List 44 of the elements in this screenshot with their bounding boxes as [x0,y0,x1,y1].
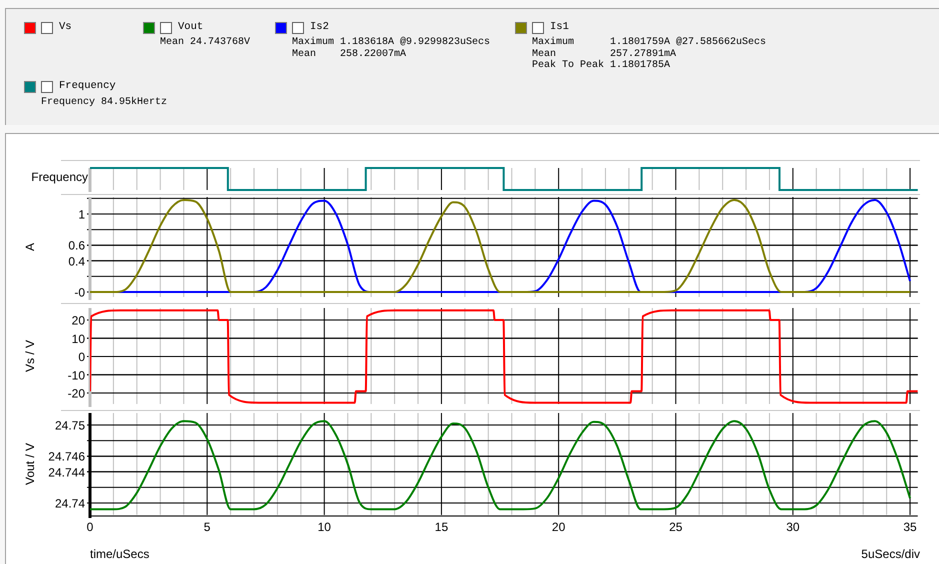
axis-tick-label: 24.75 [54,418,85,432]
scale-label: 5uSecs/div [861,546,920,563]
checkbox[interactable] [41,81,53,93]
trace-name: Vout [178,22,204,34]
trace-statistic: Maximum 1.1801759A @27.585662uSecs [532,37,768,48]
axis-title: Vout / V [23,442,37,486]
axis-title: time/uSecs [90,546,150,563]
trace-name: Frequency [59,81,116,93]
checkbox[interactable] [160,22,172,34]
axis-tick-label: 1 [78,208,85,222]
axis-tick-label: 20 [72,314,85,328]
trace-statistic: Maximum 1.183618A @9.9299823uSecs [292,37,492,48]
axis-tick-label: 10 [72,332,85,346]
axis-tick-label: 10 [318,520,331,534]
axis-tick-label: -20 [68,386,85,401]
axis-title: Vs / V [23,340,37,372]
axis-tick-label: 5 [204,520,210,534]
axis-tick-label: 0 [86,520,94,534]
trace-name: Is2 [310,22,329,34]
axis-tick-label: 24.744 [48,465,85,480]
axis-tick-label: -10 [68,368,85,382]
checkbox[interactable] [292,22,304,34]
trace-statistic: Mean 257.27891mA [532,48,678,60]
axis-tick-label: 0.4 [68,254,85,268]
trace-statistic: Frequency 84.95kHertz [41,96,168,108]
trace-statistic: Mean 24.743768V [160,37,252,48]
axis-tick-label: 0.6 [68,238,85,253]
axis-tick-label: -0 [74,286,85,300]
trace-statistic: Peak To Peak 1.1801785A [532,60,672,72]
trace-name: Vs [59,22,72,34]
axis-tick-label: 24.74 [54,496,85,510]
axis-tick-label: 30 [786,520,800,534]
trace-name: Is1 [550,22,569,34]
checkbox[interactable] [41,22,53,34]
axis-tick-label: 0 [78,350,85,364]
axis-tick-label: 35 [903,520,917,534]
axis-tick-label: 24.746 [48,450,85,464]
axis-tick-label: 20 [552,520,566,534]
axis-title: A [23,243,37,251]
trace-label: Frequency [31,170,88,184]
checkbox[interactable] [532,22,544,34]
axis-tick-label: 15 [434,520,448,534]
axis-tick-label: 25 [669,520,682,534]
trace-statistic: Mean 258.22007mA [292,48,408,60]
